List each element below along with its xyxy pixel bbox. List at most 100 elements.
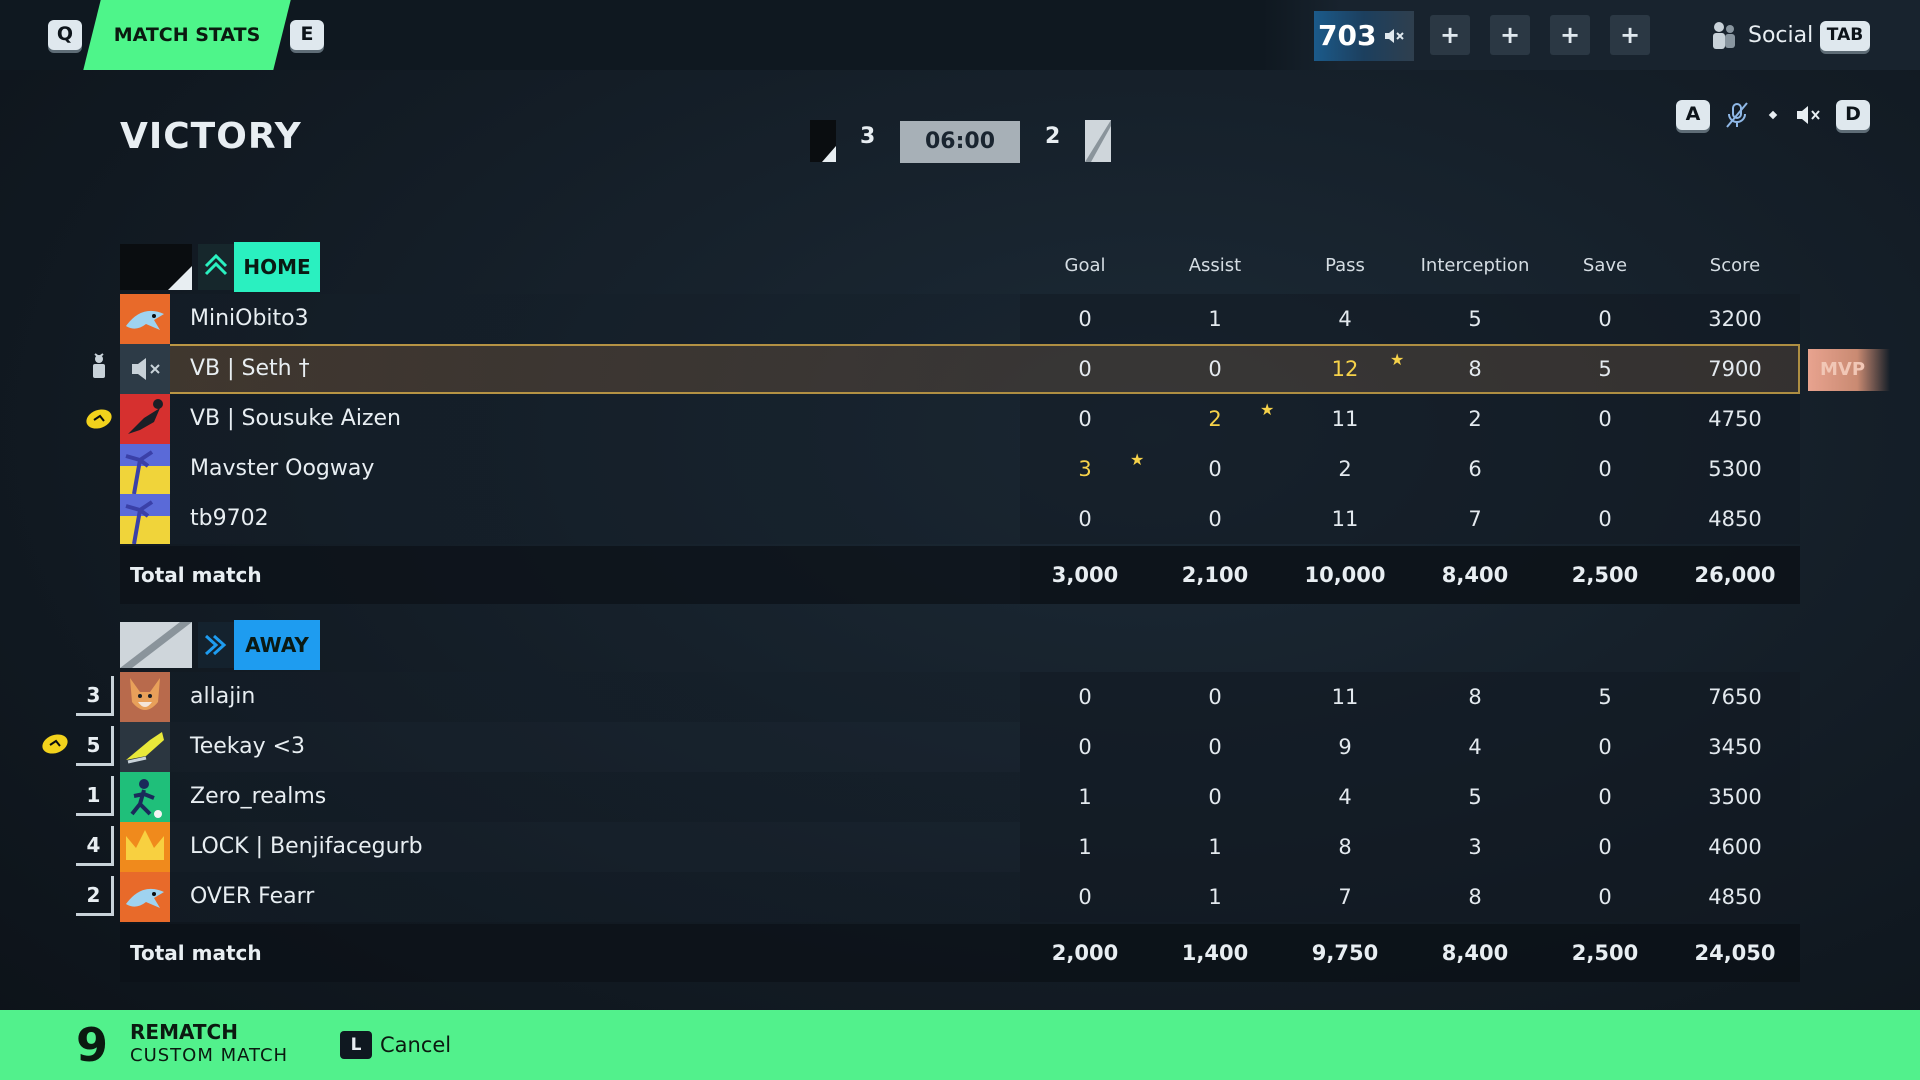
stat-score: 7900: [1708, 357, 1762, 381]
stat-save: 5: [1598, 685, 1612, 709]
stat-assist: 0: [1208, 735, 1222, 759]
total-goal: 2,000: [1051, 941, 1119, 965]
stat-assist: 0: [1208, 357, 1222, 381]
away-row-1[interactable]: allajin 0 0 11 8 5 7650: [120, 672, 1800, 722]
total-label: Total match: [130, 563, 262, 587]
stat-goal: 0: [1078, 357, 1092, 381]
player-name: Teekay <3: [190, 734, 306, 759]
player-name: LOCK | Benjifacegurb: [190, 834, 423, 859]
stat-save: 0: [1598, 457, 1612, 481]
stat-pass: 9: [1338, 735, 1352, 759]
stat-assist: 1: [1208, 307, 1222, 331]
col-interception: Interception: [1420, 255, 1530, 276]
player-name: Zero_realms: [190, 784, 327, 809]
rematch-button[interactable]: REMATCH: [130, 1020, 238, 1044]
stat-pass: 11: [1331, 685, 1359, 709]
boot-avatar: [120, 722, 170, 772]
away-row-2[interactable]: Teekay <3 0 0 9 4 0 3450: [120, 722, 1800, 772]
speaker-mute-icon[interactable]: [1794, 100, 1824, 130]
tab-match-stats[interactable]: MATCH STATS: [92, 0, 282, 70]
home-total-row: Total match 3,000 2,100 10,000 8,400 2,5…: [120, 546, 1800, 604]
star-icon: ★: [1390, 350, 1405, 369]
stat-goal: 1: [1078, 835, 1092, 859]
home-row-4[interactable]: Mavster Oogway 3 ★ 0 2 6 0 5300: [120, 444, 1800, 494]
home-flag-icon: [810, 120, 836, 162]
col-score: Score: [1709, 255, 1761, 276]
home-team-flag-icon: [120, 244, 192, 290]
prev-tab-key[interactable]: Q: [48, 20, 82, 50]
stat-save: 0: [1598, 835, 1612, 859]
stat-score: 3500: [1708, 785, 1762, 809]
stat-save: 0: [1598, 735, 1612, 759]
stat-interception: 8: [1468, 357, 1482, 381]
party-slot-2[interactable]: +: [1490, 15, 1530, 55]
cancel-key[interactable]: L: [340, 1031, 372, 1059]
social-label[interactable]: Social: [1748, 18, 1813, 54]
party-slot-1[interactable]: +: [1430, 15, 1470, 55]
away-row-4[interactable]: LOCK | Benjifacegurb 1 1 8 3 0 4600: [120, 822, 1800, 872]
home-row-1[interactable]: MiniObito3 0 1 4 5 0 3200: [120, 294, 1800, 344]
stat-score: 3450: [1708, 735, 1762, 759]
match-timer: 06:00: [900, 121, 1020, 163]
player-name: Mavster Oogway: [190, 456, 375, 481]
away-row-3[interactable]: Zero_realms 1 0 4 5 0 3500: [120, 772, 1800, 822]
player-name: allajin: [190, 684, 256, 709]
total-score: 26,000: [1694, 563, 1776, 587]
stat-goal: 0: [1078, 507, 1092, 531]
away-flag-icon: [1085, 120, 1111, 162]
stat-score: 4600: [1708, 835, 1762, 859]
total-save: 2,500: [1571, 563, 1639, 587]
stat-interception: 5: [1468, 785, 1482, 809]
home-row-3[interactable]: VB | Sousuke Aizen 0 2 ★ 11 2 0 4750: [120, 394, 1800, 444]
player-name: VB | Seth †: [190, 356, 310, 381]
key-a[interactable]: A: [1676, 100, 1710, 130]
key-d[interactable]: D: [1836, 100, 1870, 130]
away-team-header: AWAY: [120, 620, 340, 670]
match-mode-label: CUSTOM MATCH: [130, 1045, 289, 1066]
stat-pass: 7: [1338, 885, 1352, 909]
crown-avatar: [120, 822, 170, 872]
home-team-header: HOME: [120, 242, 340, 292]
player-name: VB | Sousuke Aizen: [190, 406, 401, 431]
stat-pass: 2: [1338, 457, 1352, 481]
stat-score: 4850: [1708, 507, 1762, 531]
total-interception: 8,400: [1441, 563, 1509, 587]
total-assist: 2,100: [1181, 563, 1249, 587]
stat-assist: 1: [1208, 885, 1222, 909]
stat-interception: 3: [1468, 835, 1482, 859]
muted-avatar: [120, 344, 170, 394]
cancel-button[interactable]: Cancel: [380, 1031, 451, 1059]
mute-icon[interactable]: [1374, 11, 1414, 61]
mvp-badge: MVP: [1808, 349, 1890, 391]
red-kick-avatar: [120, 394, 170, 444]
shark-avatar: [120, 294, 170, 344]
home-row-2-mvp[interactable]: VB | Seth † 0 0 12 ★ 8 5 7900: [120, 344, 1800, 394]
player-avatar: [120, 772, 170, 822]
stat-score: 3200: [1708, 307, 1762, 331]
shark-avatar: [120, 872, 170, 922]
next-tab-key[interactable]: E: [290, 20, 324, 50]
rank-badge: 3: [76, 676, 114, 716]
stat-save: 0: [1598, 785, 1612, 809]
total-interception: 8,400: [1441, 941, 1509, 965]
palm-avatar: [120, 444, 170, 494]
stat-interception: 2: [1468, 407, 1482, 431]
home-row-5[interactable]: tb9702 0 0 11 7 0 4850: [120, 494, 1800, 544]
party-slot-3[interactable]: +: [1550, 15, 1590, 55]
total-pass: 9,750: [1311, 941, 1379, 965]
stat-assist: 1: [1208, 835, 1222, 859]
stat-interception: 5: [1468, 307, 1482, 331]
away-total-row: Total match 2,000 1,400 9,750 8,400 2,50…: [120, 924, 1800, 982]
star-icon: ★: [1260, 400, 1275, 419]
social-key[interactable]: TAB: [1820, 21, 1870, 51]
player-name: OVER Fearr: [190, 884, 315, 909]
away-row-5[interactable]: OVER Fearr 0 1 7 8 0 4850: [120, 872, 1800, 922]
stat-score: 5300: [1708, 457, 1762, 481]
mic-off-icon[interactable]: [1722, 100, 1752, 130]
party-slot-4[interactable]: +: [1610, 15, 1650, 55]
palm-avatar: [120, 494, 170, 544]
stat-interception: 8: [1468, 685, 1482, 709]
social-icon[interactable]: [1706, 18, 1742, 54]
total-assist: 1,400: [1181, 941, 1249, 965]
stat-save: 0: [1598, 307, 1612, 331]
